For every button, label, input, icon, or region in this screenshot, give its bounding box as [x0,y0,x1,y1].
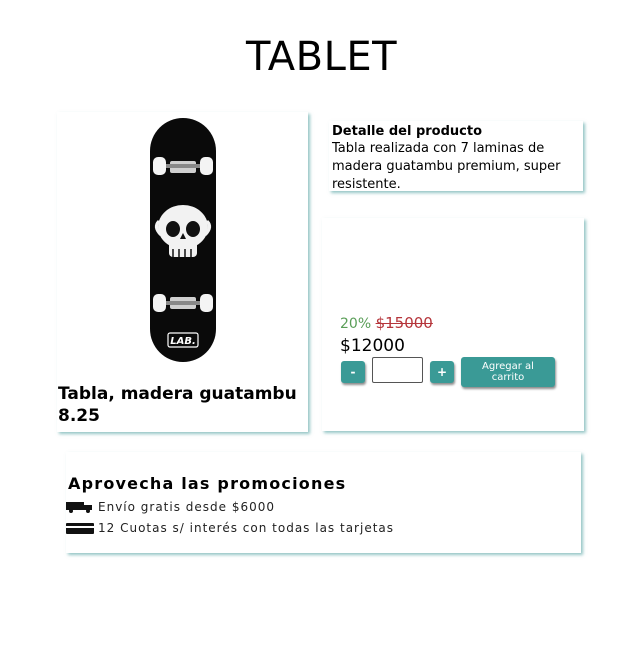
decrease-quantity-button[interactable]: - [341,361,365,383]
price-row: 20% $15000 [340,314,433,332]
promotions-card: Aprovecha las promociones Envío gratis d… [66,452,581,553]
new-price: $12000 [340,336,405,356]
add-to-cart-button[interactable]: Agregar al carrito [461,357,555,387]
brand-logo: LAB. [170,336,196,347]
purchase-card: 20% $15000 $12000 - + Agregar al carrito [322,218,584,431]
detail-text: Tabla realizada con 7 laminas de madera … [332,141,561,192]
promo-item-text: 12 Cuotas s/ interés con todas las tarje… [98,521,395,535]
page-title: TABLET [245,34,398,80]
product-card: LAB. Tabla, madera guatambu 8.25 [57,112,308,432]
detail-heading: Detalle del producto [332,124,483,139]
old-price: $15000 [375,314,433,332]
product-detail-card: Detalle del producto Tabla realizada con… [329,121,583,192]
product-name: Tabla, madera guatambu 8.25 [58,384,297,426]
promo-item-shipping: Envío gratis desde $6000 [66,500,275,514]
quantity-input[interactable] [372,357,423,383]
promo-item-text: Envío gratis desde $6000 [98,500,276,514]
truck-icon [66,501,96,513]
promo-item-installments: 12 Cuotas s/ interés con todas las tarje… [66,521,394,535]
credit-card-icon [66,522,96,534]
skateboard-image: LAB. [149,117,217,363]
discount-badge: 20% [340,316,372,332]
increase-quantity-button[interactable]: + [430,361,454,383]
promo-heading: Aprovecha las promociones [68,474,347,493]
